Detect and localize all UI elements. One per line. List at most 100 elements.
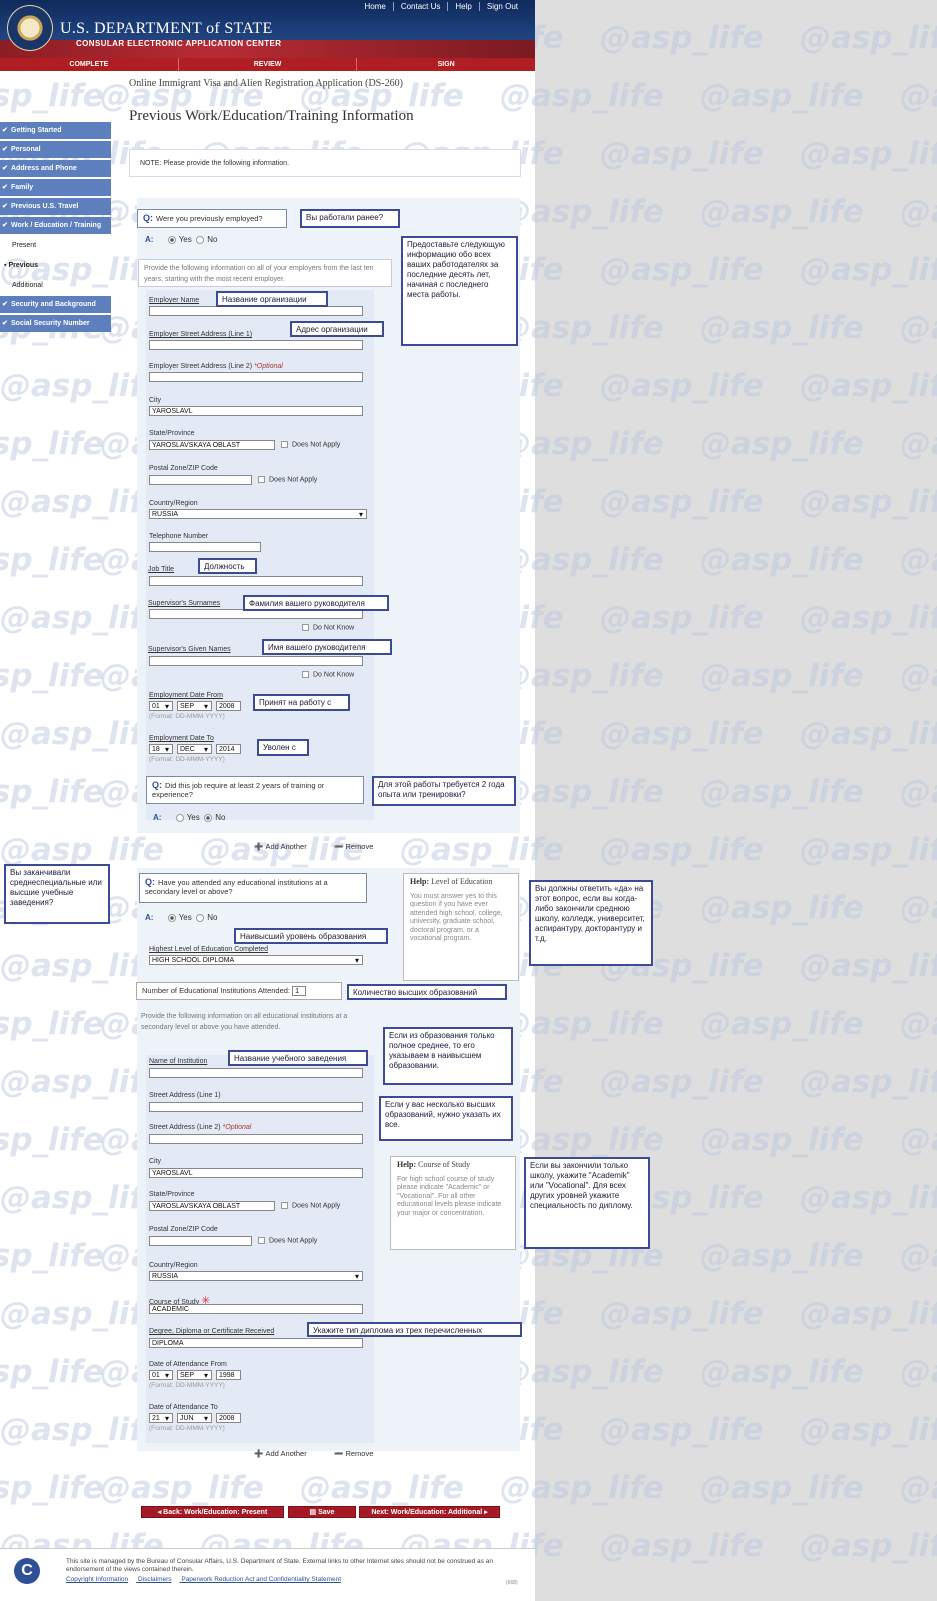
edu-add-another[interactable]: ➕ Add Another (254, 1449, 307, 1458)
employer-zip-input[interactable] (149, 475, 252, 485)
att-to-month-select[interactable]: JUN (177, 1413, 212, 1423)
sidebar-sub-previous[interactable]: Previous (0, 256, 111, 276)
watermark-text: @asp_life (800, 1064, 937, 1100)
annotation-sup-surname: Фамилия вашего руководителя (243, 595, 389, 611)
sidebar-item-ssn[interactable]: Social Security Number (0, 315, 111, 332)
training-yes-radio[interactable] (175, 813, 184, 822)
att-to-day-select[interactable]: 21 (149, 1413, 173, 1423)
watermark-text: @asp_life (700, 1238, 864, 1274)
edu-zip-input[interactable] (149, 1236, 252, 1246)
sidebar-item-work[interactable]: Work / Education / Training (0, 217, 111, 234)
edu-state-label: State/Province (149, 1191, 195, 1198)
watermark-text: @asp_life (900, 1122, 937, 1158)
training-answer: A: Yes No (153, 813, 225, 822)
annotation-inst-name: Название учебного заведения (228, 1050, 368, 1066)
date-from-year-input[interactable]: 2008 (216, 701, 241, 711)
watermark-text: @asp_life (600, 600, 764, 636)
course-of-study-input[interactable]: ACADEMIC (149, 1304, 363, 1314)
employer-street1-input[interactable] (149, 340, 363, 350)
back-button[interactable]: ◂ Back: Work/Education: Present (141, 1506, 284, 1518)
att-from-day-select[interactable]: 01 (149, 1370, 173, 1380)
watermark-text: @asp_life (700, 1470, 864, 1506)
sidebar-item-personal[interactable]: Personal (0, 141, 111, 158)
date-to-month-select[interactable]: DEC (177, 744, 212, 754)
att-from-month-select[interactable]: SEP (177, 1370, 212, 1380)
annotation-org-address: Адрес организации (290, 321, 384, 337)
sidebar-item-travel[interactable]: Previous U.S. Travel (0, 198, 111, 215)
employer-remove[interactable]: ➖ Remove (334, 842, 373, 851)
sidebar-item-getting-started[interactable]: Getting Started (0, 122, 111, 139)
institution-name-label: Name of Institution (149, 1058, 208, 1065)
date-from-day-select[interactable]: 01 (149, 701, 173, 711)
disclaimers-link[interactable]: Disclaimers (138, 1576, 172, 1583)
education-yes-radio[interactable] (167, 913, 176, 922)
edu-city-input[interactable]: YAROSLAVL (149, 1168, 363, 1178)
date-from-label: Employment Date From (149, 692, 223, 699)
att-from-year-input[interactable]: 1998 (216, 1370, 241, 1380)
edu-zip-does-not-apply-checkbox[interactable]: Does Not Apply (258, 1237, 317, 1244)
date-to-label: Employment Date To (149, 735, 214, 742)
watermark-text: @asp_life (800, 600, 937, 636)
edu-remove[interactable]: ➖ Remove (334, 1449, 373, 1458)
degree-input[interactable]: DIPLOMA (149, 1338, 363, 1348)
employer-add-another[interactable]: ➕ Add Another (254, 842, 307, 851)
employer-country-select[interactable]: RUSSIA (149, 509, 367, 519)
employer-street2-input[interactable] (149, 372, 363, 382)
att-to-year-input[interactable]: 2008 (216, 1413, 241, 1423)
education-no-radio[interactable] (196, 913, 205, 922)
paperwork-link[interactable]: Paperwork Reduction Act and Confidential… (181, 1576, 341, 1583)
highest-level-select[interactable]: HIGH SCHOOL DIPLOMA (149, 955, 363, 965)
state-does-not-apply-checkbox[interactable]: Does Not Apply (281, 441, 340, 448)
training-no-radio[interactable] (204, 813, 213, 822)
site-header: U.S. DEPARTMENT of STATE CONSULAR ELECTR… (0, 0, 535, 58)
step-review[interactable]: REVIEW (177, 58, 357, 71)
q-label: Q: (152, 780, 162, 790)
sidebar-sub-additional[interactable]: Additional (0, 276, 111, 296)
step-sign[interactable]: SIGN (356, 58, 535, 71)
help-link[interactable]: Help (447, 2, 478, 11)
sidebar-item-security[interactable]: Security and Background (0, 296, 111, 313)
institution-name-input[interactable] (149, 1068, 363, 1078)
employed-no-radio[interactable] (196, 235, 205, 244)
sidebar-item-address[interactable]: Address and Phone (0, 160, 111, 177)
step-complete[interactable]: COMPLETE (0, 58, 178, 71)
date-from-month-select[interactable]: SEP (177, 701, 212, 711)
help-course-prefix: Help: (397, 1160, 417, 1169)
a-label: A: (145, 235, 154, 244)
edu-street1-input[interactable] (149, 1102, 363, 1112)
employer-city-input[interactable]: YAROSLAVL (149, 406, 363, 416)
help-course-of-study: Help: Course of Study For high school co… (390, 1156, 516, 1250)
supervisor-given-input[interactable] (149, 656, 363, 666)
given-do-not-know-checkbox[interactable]: Do Not Know (302, 671, 354, 678)
sidebar-item-family[interactable]: Family (0, 179, 111, 196)
edu-state-input[interactable]: YAROSLAVSKAYA OBLAST (149, 1201, 275, 1211)
contact-link[interactable]: Contact Us (392, 2, 448, 11)
help-edu-subject: Level of Education (431, 877, 493, 886)
employer-name-input[interactable] (149, 306, 363, 316)
next-button[interactable]: Next: Work/Education: Additional ▸ (359, 1506, 500, 1518)
sidebar-sub-present[interactable]: Present (0, 236, 111, 256)
edu-street2-input[interactable] (149, 1134, 363, 1144)
edu-country-select[interactable]: RUSSIA (149, 1271, 363, 1281)
add-another-label: Add Another (265, 1449, 307, 1458)
home-link[interactable]: Home (357, 2, 392, 11)
surname-do-not-know-checkbox[interactable]: Do Not Know (302, 624, 354, 631)
employer-state-label: State/Province (149, 430, 195, 437)
job-title-input[interactable] (149, 576, 363, 586)
annotation-org-name: Название организации (216, 291, 328, 307)
footer (0, 1548, 535, 1601)
copyright-link[interactable]: Copyright Information (66, 1576, 128, 1583)
zip-does-not-apply-checkbox[interactable]: Does Not Apply (258, 476, 317, 483)
edu-state-does-not-apply-checkbox[interactable]: Does Not Apply (281, 1202, 340, 1209)
save-button[interactable]: ▤ Save (288, 1506, 356, 1518)
date-to-day-select[interactable]: 18 (149, 744, 173, 754)
watermark-text: @asp_life (600, 716, 764, 752)
watermark-text: @asp_life (800, 1180, 937, 1216)
signout-link[interactable]: Sign Out (478, 2, 525, 11)
employer-state-input[interactable]: YAROSLAVSKAYA OBLAST (149, 440, 275, 450)
employed-yes-radio[interactable] (167, 235, 176, 244)
date-to-year-input[interactable]: 2014 (216, 744, 241, 754)
annotation-highest-level: Наивысший уровень образования (234, 928, 388, 944)
num-institutions-input[interactable]: 1 (292, 986, 307, 997)
employer-phone-input[interactable] (149, 542, 261, 552)
